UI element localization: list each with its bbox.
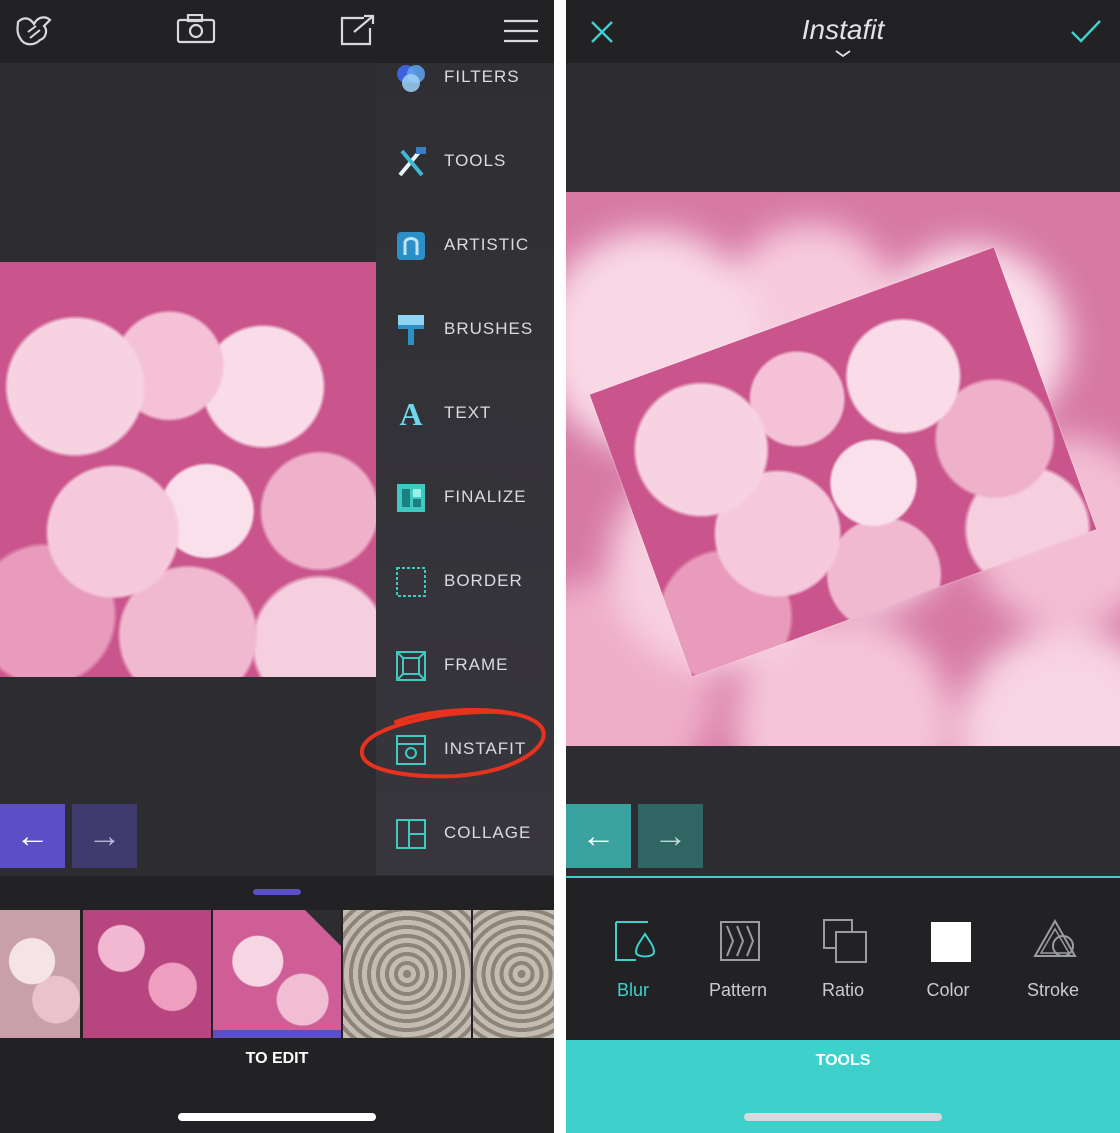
stroke-icon bbox=[1033, 918, 1077, 957]
home-indicator bbox=[178, 1113, 376, 1121]
tool-stroke[interactable]: Stroke bbox=[1006, 918, 1100, 1018]
tool-pattern[interactable]: Pattern bbox=[691, 918, 785, 1018]
menu-item-brushes[interactable]: BRUSHES bbox=[376, 295, 554, 379]
menu-label: TOOLS bbox=[444, 151, 507, 170]
tool-label: Pattern bbox=[708, 980, 768, 1000]
menu-label: FRAME bbox=[444, 655, 509, 674]
brushes-icon bbox=[398, 315, 424, 345]
instafit-toolbar: Instafit bbox=[566, 0, 1120, 63]
thumbnail-selected[interactable] bbox=[213, 910, 341, 1038]
ratio-icon bbox=[823, 919, 867, 963]
menu-item-artistic[interactable]: ARTISTIC bbox=[376, 211, 554, 295]
tool-label: Color bbox=[926, 980, 970, 1000]
menu-label: BRUSHES bbox=[444, 319, 534, 338]
thumbnail[interactable] bbox=[343, 910, 471, 1038]
menu-item-text[interactable]: A TEXT bbox=[376, 379, 554, 463]
menu-label: FILTERS bbox=[444, 67, 520, 86]
tool-label: Blur bbox=[616, 980, 649, 1000]
screen-title: Instafit bbox=[801, 14, 885, 45]
home-indicator bbox=[744, 1113, 942, 1121]
editor-home-screen: FILTERS TOOLS ARTISTIC BRUSHES A TEXT FI… bbox=[0, 0, 554, 1133]
to-edit-label: TO EDIT bbox=[245, 1050, 309, 1067]
camera-icon[interactable] bbox=[176, 14, 216, 44]
collage-icon bbox=[396, 819, 426, 849]
menu-item-finalize[interactable]: FINALIZE bbox=[376, 463, 554, 547]
thumbnail[interactable] bbox=[83, 910, 211, 1038]
photo-thumbnail-strip bbox=[0, 910, 554, 1038]
menu-item-border[interactable]: BORDER bbox=[376, 547, 554, 631]
back-arrow-icon: ← bbox=[15, 816, 50, 855]
frame-icon bbox=[396, 651, 426, 681]
back-button[interactable]: ← bbox=[566, 804, 631, 868]
menu-item-collage[interactable]: COLLAGE bbox=[376, 799, 554, 883]
tool-label: Stroke bbox=[1026, 980, 1080, 1000]
menu-item-tools[interactable]: TOOLS bbox=[376, 127, 554, 211]
tools-icon bbox=[398, 147, 426, 177]
color-icon bbox=[931, 922, 971, 962]
photo-preview bbox=[0, 262, 376, 677]
back-button[interactable]: ← bbox=[0, 804, 65, 868]
forward-button[interactable]: → bbox=[638, 804, 703, 868]
thumbnail[interactable] bbox=[0, 910, 80, 1038]
share-icon[interactable] bbox=[340, 14, 376, 46]
forward-button[interactable]: → bbox=[72, 804, 137, 868]
artistic-icon bbox=[397, 232, 425, 260]
confirm-check-icon[interactable] bbox=[1070, 18, 1102, 44]
app-logo-icon[interactable] bbox=[14, 12, 54, 50]
sheet-handle[interactable] bbox=[253, 889, 301, 895]
menu-label: COLLAGE bbox=[444, 823, 532, 842]
close-icon[interactable] bbox=[590, 20, 614, 44]
forward-arrow-icon: → bbox=[87, 816, 122, 855]
pattern-icon bbox=[720, 921, 760, 961]
tools-tab-bar[interactable]: TOOLS bbox=[566, 1040, 1120, 1133]
hamburger-menu-icon[interactable] bbox=[504, 19, 538, 43]
menu-item-filters[interactable]: FILTERS bbox=[376, 43, 554, 127]
border-icon bbox=[396, 567, 426, 597]
tool-color[interactable]: Color bbox=[901, 918, 995, 1018]
menu-label: BORDER bbox=[444, 571, 523, 590]
instafit-canvas bbox=[566, 192, 1120, 746]
filters-icon bbox=[397, 65, 425, 92]
chevron-down-icon[interactable] bbox=[834, 50, 852, 58]
menu-label: ARTISTIC bbox=[444, 235, 530, 254]
tool-blur[interactable]: Blur bbox=[586, 918, 680, 1018]
tool-ratio[interactable]: Ratio bbox=[796, 918, 890, 1018]
forward-arrow-icon: → bbox=[653, 816, 688, 855]
back-arrow-icon: ← bbox=[581, 816, 616, 855]
tool-label: Ratio bbox=[821, 980, 865, 1000]
tools-tab-label: TOOLS bbox=[815, 1052, 871, 1069]
menu-label: TEXT bbox=[444, 403, 492, 422]
instafit-screen: Instafit ← → Blur Pattern Ratio Color St… bbox=[566, 0, 1120, 1133]
text-icon: A bbox=[399, 396, 423, 432]
blur-icon bbox=[615, 921, 656, 961]
thumbnail[interactable] bbox=[473, 910, 554, 1038]
menu-label: FINALIZE bbox=[444, 487, 527, 506]
finalize-icon bbox=[397, 484, 425, 512]
annotation-circle-icon bbox=[359, 707, 546, 779]
